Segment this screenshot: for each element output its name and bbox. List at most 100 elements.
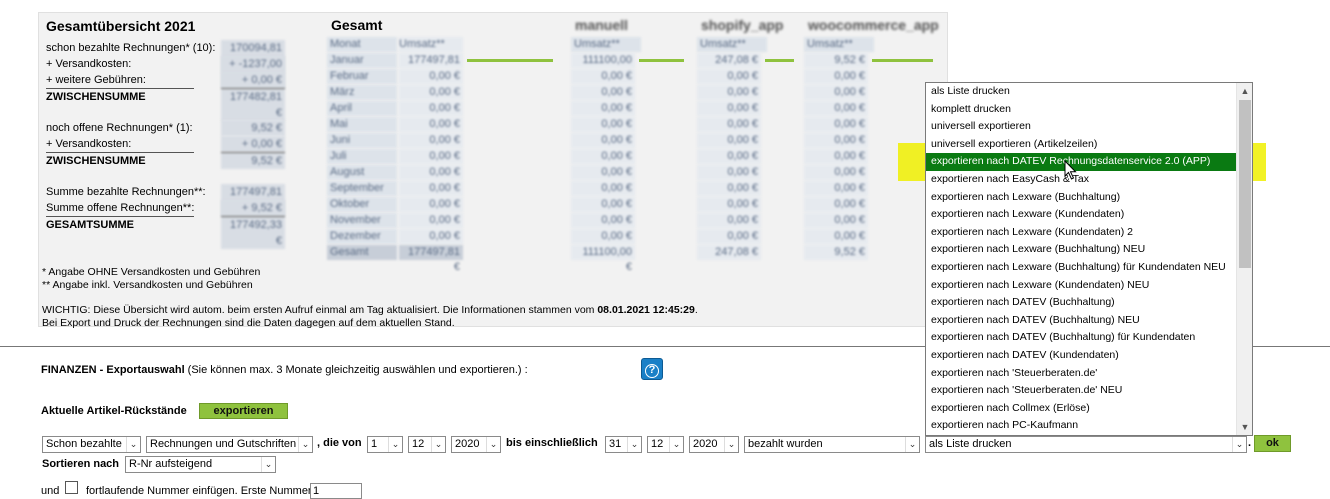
month-cell: 0,00 € [804,101,868,116]
month-cell: 0,00 € [571,149,635,164]
month-cell: 0,00 € [804,181,868,196]
footnotes: * Angabe OHNE Versandkosten und Gebühren… [42,266,698,330]
table-row: 111100,00 € [571,245,693,273]
condition-select[interactable]: bezahlt wurden ⌄ [744,436,920,453]
table-row: Juli 0,00 € [327,149,567,165]
from-day-select[interactable]: 1 ⌄ [367,436,403,453]
dropdown-option[interactable]: exportieren nach DATEV Rechnungsdatenser… [926,153,1237,171]
dropdown-option[interactable]: exportieren nach DATEV (Buchhaltung) NEU [926,312,1237,330]
month-cell: 0,00 € [804,197,868,212]
dropdown-option[interactable]: exportieren nach PC-Kaufmann [926,417,1237,435]
dropdown-option[interactable]: komplett drucken [926,101,1237,119]
table-row: Mai 0,00 € [327,117,567,133]
table-row: 0,00 € [697,149,801,165]
month-cell: Gesamt [327,245,397,260]
dropdown-option[interactable]: exportieren nach EasyCash & Tax [926,171,1237,189]
to-month-select[interactable]: 12 ⌄ [647,436,684,453]
type-select[interactable]: Rechnungen und Gutschriften ⌄ [146,436,313,453]
table-row: 0,00 € [804,117,944,133]
table-row: 0,00 € [804,85,944,101]
table-row: März 0,00 € [327,85,567,101]
table-row: 0,00 € [804,229,944,245]
month-cell: 0,00 € [571,101,635,116]
dropdown-option[interactable]: universell exportieren (Artikelzeilen) [926,136,1237,154]
table-row: 0,00 € [697,197,801,213]
table-row: 0,00 € [571,69,693,85]
value-cell: 0,00 € [399,117,463,132]
month-cell: 0,00 € [571,117,635,132]
chevron-down-icon: ⌄ [627,437,641,452]
dropdown-option[interactable]: exportieren nach Lexware (Buchhaltung) N… [926,241,1237,259]
dropdown-option[interactable]: exportieren nach Collmex (Erlöse) [926,400,1237,418]
month-cell: Juni [327,133,397,148]
dropdown-option[interactable]: exportieren nach Lexware (Kundendaten) N… [926,277,1237,295]
die-von-label: , die von [317,437,362,449]
first-number-input[interactable]: 1 [310,483,362,499]
month-cell: 0,00 € [697,229,761,244]
table-row: 247,08 € [697,245,801,261]
table-row: Gesamt 177497,81 € [327,245,567,273]
from-year-select[interactable]: 2020 ⌄ [451,436,501,453]
from-month-select[interactable]: 12 ⌄ [408,436,446,453]
value-cell: 177497,81 € [399,245,463,273]
summary-label: + Versandkosten: [46,138,132,150]
help-button[interactable]: ? [641,358,663,380]
dropdown-option[interactable]: universell exportieren [926,118,1237,136]
dropdown-option[interactable]: exportieren nach Lexware (Buchhaltung) f… [926,259,1237,277]
sort-select[interactable]: R-Nr aufsteigend ⌄ [125,456,276,473]
table-row: 0,00 € [697,229,801,245]
dropdown-option[interactable]: exportieren nach DATEV (Buchhaltung) [926,294,1237,312]
month-cell: 247,08 € [697,245,761,260]
table-row: 0,00 € [697,181,801,197]
value-cell: 0,00 € [399,197,463,212]
summary-row: ZWISCHENSUMME 9,52 € [41,152,327,169]
backlog-export-button[interactable]: exportieren [199,403,288,419]
table-row: 0,00 € [571,85,693,101]
ok-button[interactable]: ok [1254,435,1291,452]
dropdown-option[interactable]: exportieren nach 'Steuerberaten.de' [926,365,1237,383]
month-cell: 0,00 € [571,229,635,244]
summary-value: 177482,81 € [221,88,285,121]
dropdown-option[interactable]: exportieren nach Lexware (Kundendaten) 2 [926,224,1237,242]
consecutive-number-checkbox[interactable] [65,481,78,494]
export-options-dropdown[interactable]: als Liste drucken komplett drucken univers… [925,82,1253,436]
summary-value: + 0,00 € [221,136,285,152]
month-cell: 0,00 € [571,69,635,84]
to-day-select[interactable]: 31 ⌄ [605,436,642,453]
sort-label: Sortieren nach [42,458,120,470]
table-row: 0,00 € [571,229,693,245]
scroll-thumb[interactable] [1239,100,1251,268]
revenue-bar [872,59,933,62]
dropdown-scrollbar[interactable]: ▲ ▼ [1236,83,1252,435]
value-cell: 0,00 € [399,149,463,164]
dropdown-option[interactable]: exportieren nach 'Steuerberaten.de' NEU [926,382,1237,400]
dropdown-option[interactable]: exportieren nach Lexware (Buchhaltung) [926,189,1237,207]
chevron-down-icon: ⌄ [431,437,445,452]
table-row: 0,00 € [804,181,944,197]
revenue-bar [639,59,684,62]
scroll-up-icon[interactable]: ▲ [1237,83,1252,99]
summary-row: GESAMTSUMME 177492,33 € [41,216,327,249]
month-cell: August [327,165,397,180]
month-cell: 0,00 € [804,85,868,100]
dropdown-option[interactable]: exportieren nach Lexware (Kundendaten) [926,206,1237,224]
to-year-select[interactable]: 2020 ⌄ [689,436,739,453]
dropdown-option[interactable]: exportieren nach DATEV (Buchhaltung) für… [926,329,1237,347]
channel-title: Gesamt [331,17,383,33]
summary-value: 177492,33 € [221,216,285,249]
dropdown-option[interactable]: exportieren nach DATEV (Kundendaten) [926,347,1237,365]
chevron-down-icon: ⌄ [724,437,738,452]
summary-row: + Versandkosten: + 0,00 € [41,136,327,152]
summary-label: ZWISCHENSUMME [46,88,194,105]
dropdown-option[interactable]: als Liste drucken [926,83,1237,101]
channel-title: shopify_app [701,17,784,33]
und-label: und [41,485,60,497]
table-row: Dezember 0,00 € [327,229,567,245]
status-select[interactable]: Schon bezahlte ⌄ [42,436,141,453]
month-cell: 0,00 € [697,85,761,100]
scroll-down-icon[interactable]: ▼ [1237,419,1252,435]
value-cell: 0,00 € [399,69,463,84]
summary-row: ZWISCHENSUMME 177482,81 € [41,88,327,121]
action-select[interactable]: als Liste drucken ⌄ [925,436,1247,453]
month-cell: 0,00 € [697,69,761,84]
